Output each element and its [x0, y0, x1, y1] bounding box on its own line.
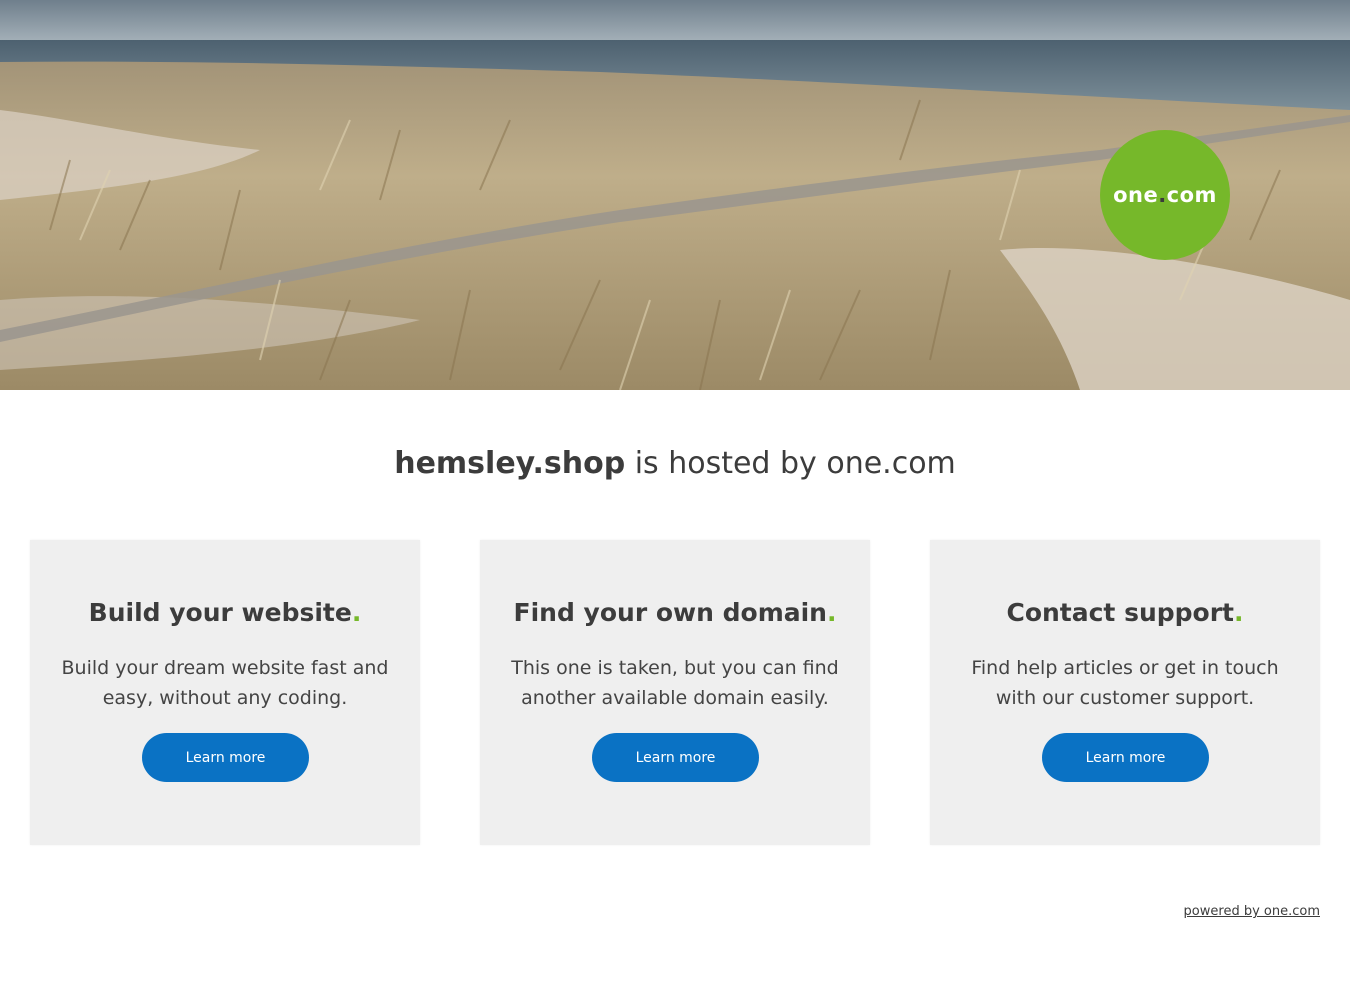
domain-name: hemsley.shop	[394, 446, 626, 481]
card-description: Find help articles or get in touch with …	[971, 657, 1279, 709]
card-title: Find your own domain.	[513, 598, 837, 627]
powered-by-link[interactable]: powered by one.com	[1184, 904, 1320, 919]
card-contact-support: Contact support. Find help articles or g…	[930, 540, 1320, 845]
card-description: Build your dream website fast and easy, …	[61, 657, 389, 709]
card-description: This one is taken, but you can find anot…	[511, 657, 839, 709]
learn-more-button-domain[interactable]: Learn more	[592, 733, 759, 782]
card-build-website: Build your website. Build your dream web…	[30, 540, 420, 845]
one-com-logo: one.com	[1100, 130, 1230, 260]
logo-wordmark: one.com	[1113, 183, 1217, 207]
page-headline: hemsley.shop is hosted by one.com	[0, 440, 1350, 488]
card-title: Build your website.	[88, 598, 362, 627]
card-title: Contact support.	[1006, 598, 1244, 627]
learn-more-button-build[interactable]: Learn more	[142, 733, 309, 782]
learn-more-button-support[interactable]: Learn more	[1042, 733, 1209, 782]
headline-rest: is hosted by one.com	[625, 446, 956, 481]
hero-image: one.com	[0, 0, 1350, 390]
card-find-domain: Find your own domain. This one is taken,…	[480, 540, 870, 845]
